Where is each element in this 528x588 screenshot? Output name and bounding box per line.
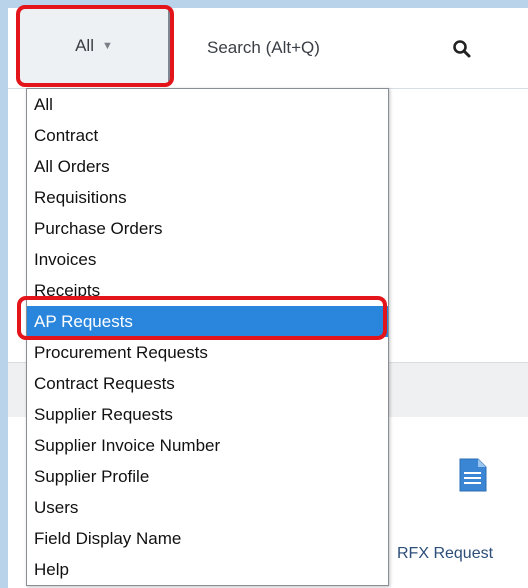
menu-item-all[interactable]: All — [27, 89, 388, 120]
menu-item-contract[interactable]: Contract — [27, 120, 388, 151]
menu-item-supplier-profile[interactable]: Supplier Profile — [27, 461, 388, 492]
search-bar: All ▼ Search (Alt+Q) — [8, 8, 528, 89]
menu-item-users[interactable]: Users — [27, 492, 388, 523]
menu-item-help[interactable]: Help — [27, 554, 388, 585]
scope-selected-label: All — [75, 36, 94, 55]
rfx-request-label[interactable]: RFX Request — [397, 545, 493, 563]
search-input[interactable]: Search (Alt+Q) — [207, 8, 320, 88]
search-scope-menu: All Contract All Orders Requisitions Pur… — [26, 88, 389, 586]
menu-item-requisitions[interactable]: Requisitions — [27, 182, 388, 213]
menu-item-supplier-requests[interactable]: Supplier Requests — [27, 399, 388, 430]
menu-item-supplier-invoice-number[interactable]: Supplier Invoice Number — [27, 430, 388, 461]
search-scope-dropdown[interactable]: All ▼ — [20, 8, 170, 84]
menu-item-contract-requests[interactable]: Contract Requests — [27, 368, 388, 399]
menu-item-ap-requests[interactable]: AP Requests — [27, 306, 388, 337]
menu-item-field-display-name[interactable]: Field Display Name — [27, 523, 388, 554]
document-icon[interactable] — [459, 458, 487, 492]
chevron-down-icon: ▼ — [102, 40, 113, 52]
menu-item-purchase-orders[interactable]: Purchase Orders — [27, 213, 388, 244]
menu-item-invoices[interactable]: Invoices — [27, 244, 388, 275]
menu-item-procurement-requests[interactable]: Procurement Requests — [27, 337, 388, 368]
search-icon[interactable] — [451, 38, 473, 60]
menu-item-all-orders[interactable]: All Orders — [27, 151, 388, 182]
menu-item-receipts[interactable]: Receipts — [27, 275, 388, 306]
